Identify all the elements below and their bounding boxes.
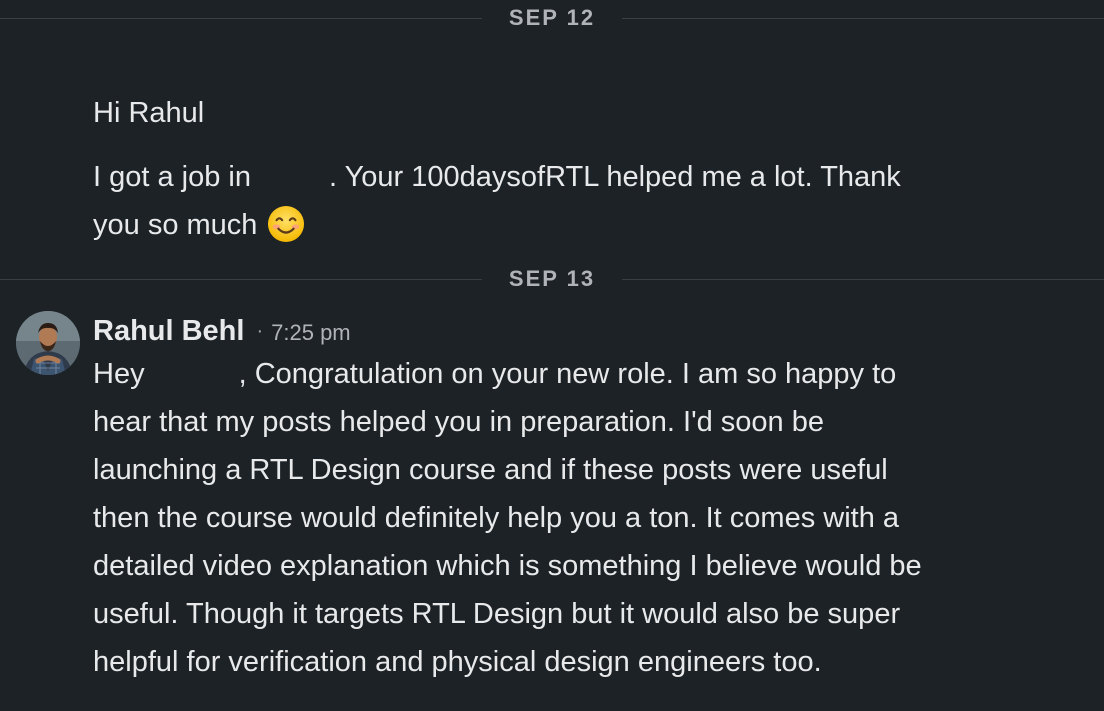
message-line: helpful for verification and physical de… (93, 646, 822, 678)
avatar[interactable] (16, 311, 80, 375)
date-label: SEP 12 (508, 5, 596, 30)
message-text: . Your 100daysofRTL helped me a lot. Tha… (329, 161, 901, 193)
divider-line (622, 279, 1104, 280)
message-body: Hey , Congratulation on your new role. I … (93, 350, 922, 686)
message-line: Hi Rahul (93, 97, 205, 129)
date-divider-sep-13: SEP 13 (0, 261, 1104, 297)
message-line: hear that my posts helped you in prepara… (93, 406, 825, 438)
profile-photo-icon (16, 311, 80, 375)
message-line: Hey , Congratulation on your new role. I … (93, 350, 922, 398)
sender-name[interactable]: Rahul Behl (93, 315, 244, 347)
message-line: then the course would definitely help yo… (93, 502, 900, 534)
divider-line (0, 18, 482, 19)
message-timestamp: 7:25 pm (271, 320, 351, 345)
message-body: Hi Rahul I got a job in . Your 100daysofR… (93, 89, 901, 249)
divider-line (0, 279, 482, 280)
message-line: useful. Though it targets RTL Design but… (93, 598, 901, 630)
message-line: you so much (93, 201, 901, 249)
separator-dot: · (256, 320, 264, 342)
message-header: Rahul Behl · 7:25 pm (93, 309, 351, 353)
message-text: Hey (93, 358, 145, 390)
date-label: SEP 13 (508, 266, 596, 291)
message-line: launching a RTL Design course and if the… (93, 454, 888, 486)
message-text: , Congratulation on your new role. I am … (238, 358, 897, 390)
message-line: I got a job in . Your 100daysofRTL helped… (93, 153, 901, 201)
divider-line (622, 18, 1104, 19)
smiling-face-emoji-icon (268, 205, 305, 243)
message-text: you so much (93, 209, 258, 241)
date-divider-sep-12: SEP 12 (0, 0, 1104, 36)
message-text: I got a job in (93, 161, 251, 193)
message-line: detailed video explanation which is some… (93, 550, 922, 582)
